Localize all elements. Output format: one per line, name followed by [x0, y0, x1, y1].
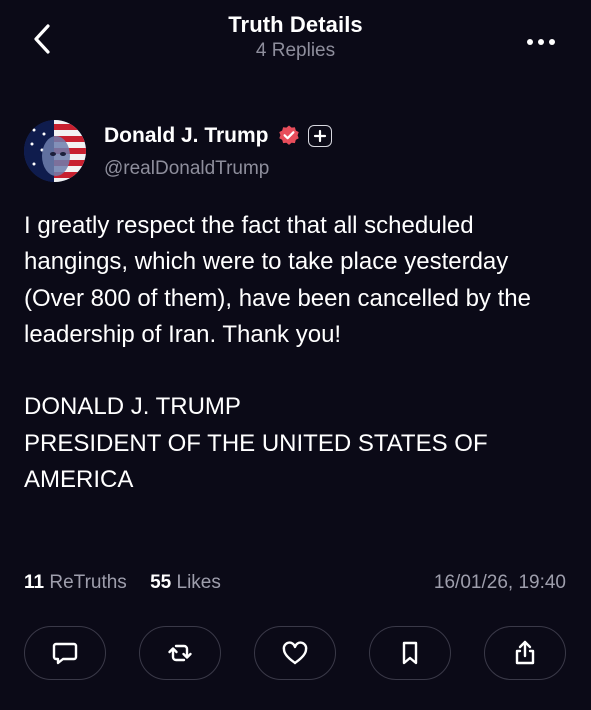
comment-icon — [52, 642, 78, 665]
retruth-button[interactable] — [139, 626, 221, 680]
bookmark-icon — [402, 641, 418, 665]
top-bar: Truth Details 4 Replies — [0, 0, 591, 78]
reply-button[interactable] — [24, 626, 106, 680]
share-icon — [515, 640, 535, 665]
post-timestamp: 16/01/26, 19:40 — [433, 572, 566, 593]
likes-stat[interactable]: 55 Likes — [150, 572, 221, 594]
action-bar — [24, 626, 567, 682]
avatar[interactable] — [24, 120, 86, 182]
likes-label: Likes — [176, 572, 221, 593]
signature-title: PRESIDENT OF THE UNITED STATES OF AMERIC… — [24, 429, 488, 494]
replies-count: 4 Replies — [255, 40, 336, 61]
more-icon — [527, 39, 555, 45]
author-name[interactable]: Donald J. Trump — [104, 124, 269, 148]
heart-icon — [282, 641, 308, 665]
retruths-stat[interactable]: 11 ReTruths — [24, 572, 127, 594]
retruths-count: 11 — [24, 572, 45, 593]
verified-badge-icon — [278, 125, 299, 145]
bookmark-button[interactable] — [369, 626, 451, 680]
header-titles: Truth Details 4 Replies — [0, 12, 591, 62]
share-button[interactable] — [484, 626, 566, 680]
signature-name: DONALD J. TRUMP — [24, 393, 241, 421]
author-row: Donald J. Trump @realDonaldTrump — [24, 118, 564, 188]
follow-button[interactable] — [307, 125, 332, 147]
author-handle[interactable]: @realDonaldTrump — [104, 158, 269, 180]
likes-count: 55 — [150, 572, 172, 593]
post-stats: 11 ReTruths 55 Likes 16/01/26, 19:40 — [24, 572, 566, 594]
repost-icon — [168, 644, 192, 662]
retruths-label: ReTruths — [49, 572, 127, 593]
page-title: Truth Details — [228, 12, 363, 37]
more-button[interactable] — [525, 34, 557, 45]
post-body: I greatly respect the fact that all sche… — [24, 208, 569, 498]
avatar-image — [24, 120, 86, 182]
like-button[interactable] — [254, 626, 336, 680]
name-row: Donald J. Trump — [104, 124, 332, 148]
post-text: I greatly respect the fact that all sche… — [24, 212, 531, 348]
plus-icon — [313, 129, 326, 143]
